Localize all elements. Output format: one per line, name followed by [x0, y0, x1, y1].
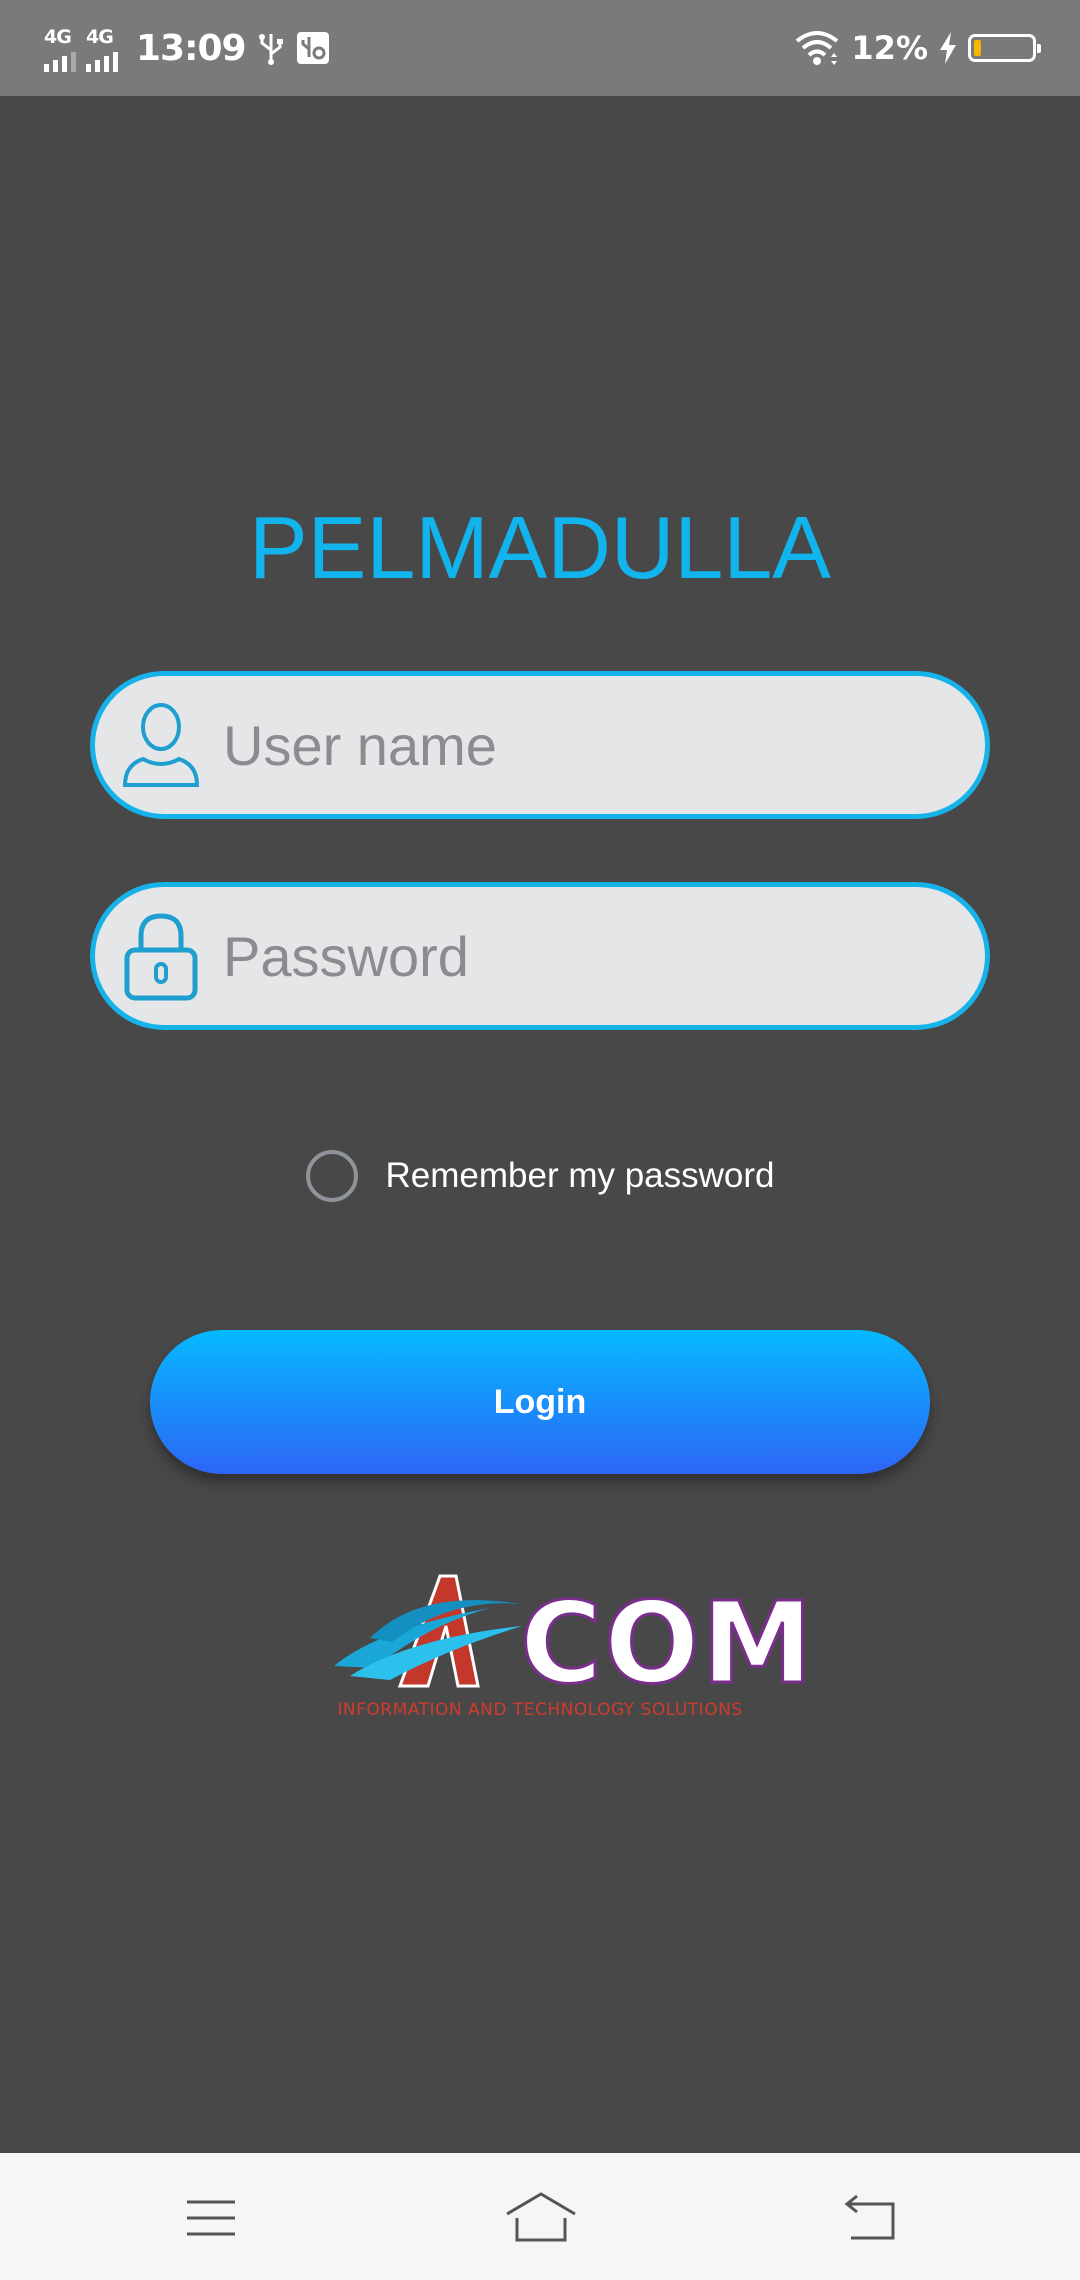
lock-icon	[117, 908, 205, 1004]
remember-password-radio[interactable]	[305, 1150, 358, 1202]
battery-level-fill	[974, 40, 981, 56]
battery-percent: 12%	[851, 29, 928, 67]
logo-brand-text: COM	[519, 1579, 815, 1709]
acom-logo: COM INFORMATION AND TECHNOLOGY SOLUTIONS	[330, 1568, 814, 1728]
password-field[interactable]	[90, 882, 990, 1030]
signal-bars-2	[86, 52, 118, 72]
charging-icon	[938, 31, 958, 65]
status-left: 4G 4G 13:09	[44, 20, 330, 76]
status-right: 12%	[793, 20, 1041, 76]
home-button[interactable]	[486, 2173, 596, 2263]
user-icon	[117, 697, 205, 793]
menu-button[interactable]	[156, 2173, 266, 2263]
remember-password-label[interactable]: Remember my password	[386, 1156, 775, 1196]
logo-tagline: INFORMATION AND TECHNOLOGY SOLUTIONS	[337, 1700, 743, 1720]
password-input[interactable]	[221, 922, 945, 990]
app-title: PELMADULLA	[248, 498, 831, 597]
usb-icon	[256, 30, 286, 66]
back-icon	[844, 2194, 895, 2240]
navigation-bar	[0, 2153, 1080, 2280]
network-type-label-2: 4G	[86, 26, 114, 48]
status-bar: 4G 4G 13:09 12%	[0, 0, 1080, 96]
network-signal-2: 4G	[86, 24, 118, 72]
menu-icon	[187, 2200, 235, 2236]
remember-password-row[interactable]: Remember my password	[0, 1150, 1080, 1202]
home-icon	[506, 2192, 576, 2242]
status-time: 13:09	[136, 27, 247, 69]
battery-icon	[968, 34, 1041, 62]
signal-bars-1	[44, 52, 76, 72]
username-field[interactable]	[90, 671, 990, 819]
login-button[interactable]: Login	[150, 1330, 930, 1474]
network-signal-1: 4G	[44, 24, 76, 72]
back-button[interactable]	[816, 2173, 926, 2263]
acom-logo-mark	[334, 1574, 522, 1688]
username-input[interactable]	[221, 711, 945, 779]
wifi-icon	[793, 29, 841, 67]
network-type-label-1: 4G	[44, 26, 72, 48]
usb-debug-icon	[296, 31, 330, 65]
